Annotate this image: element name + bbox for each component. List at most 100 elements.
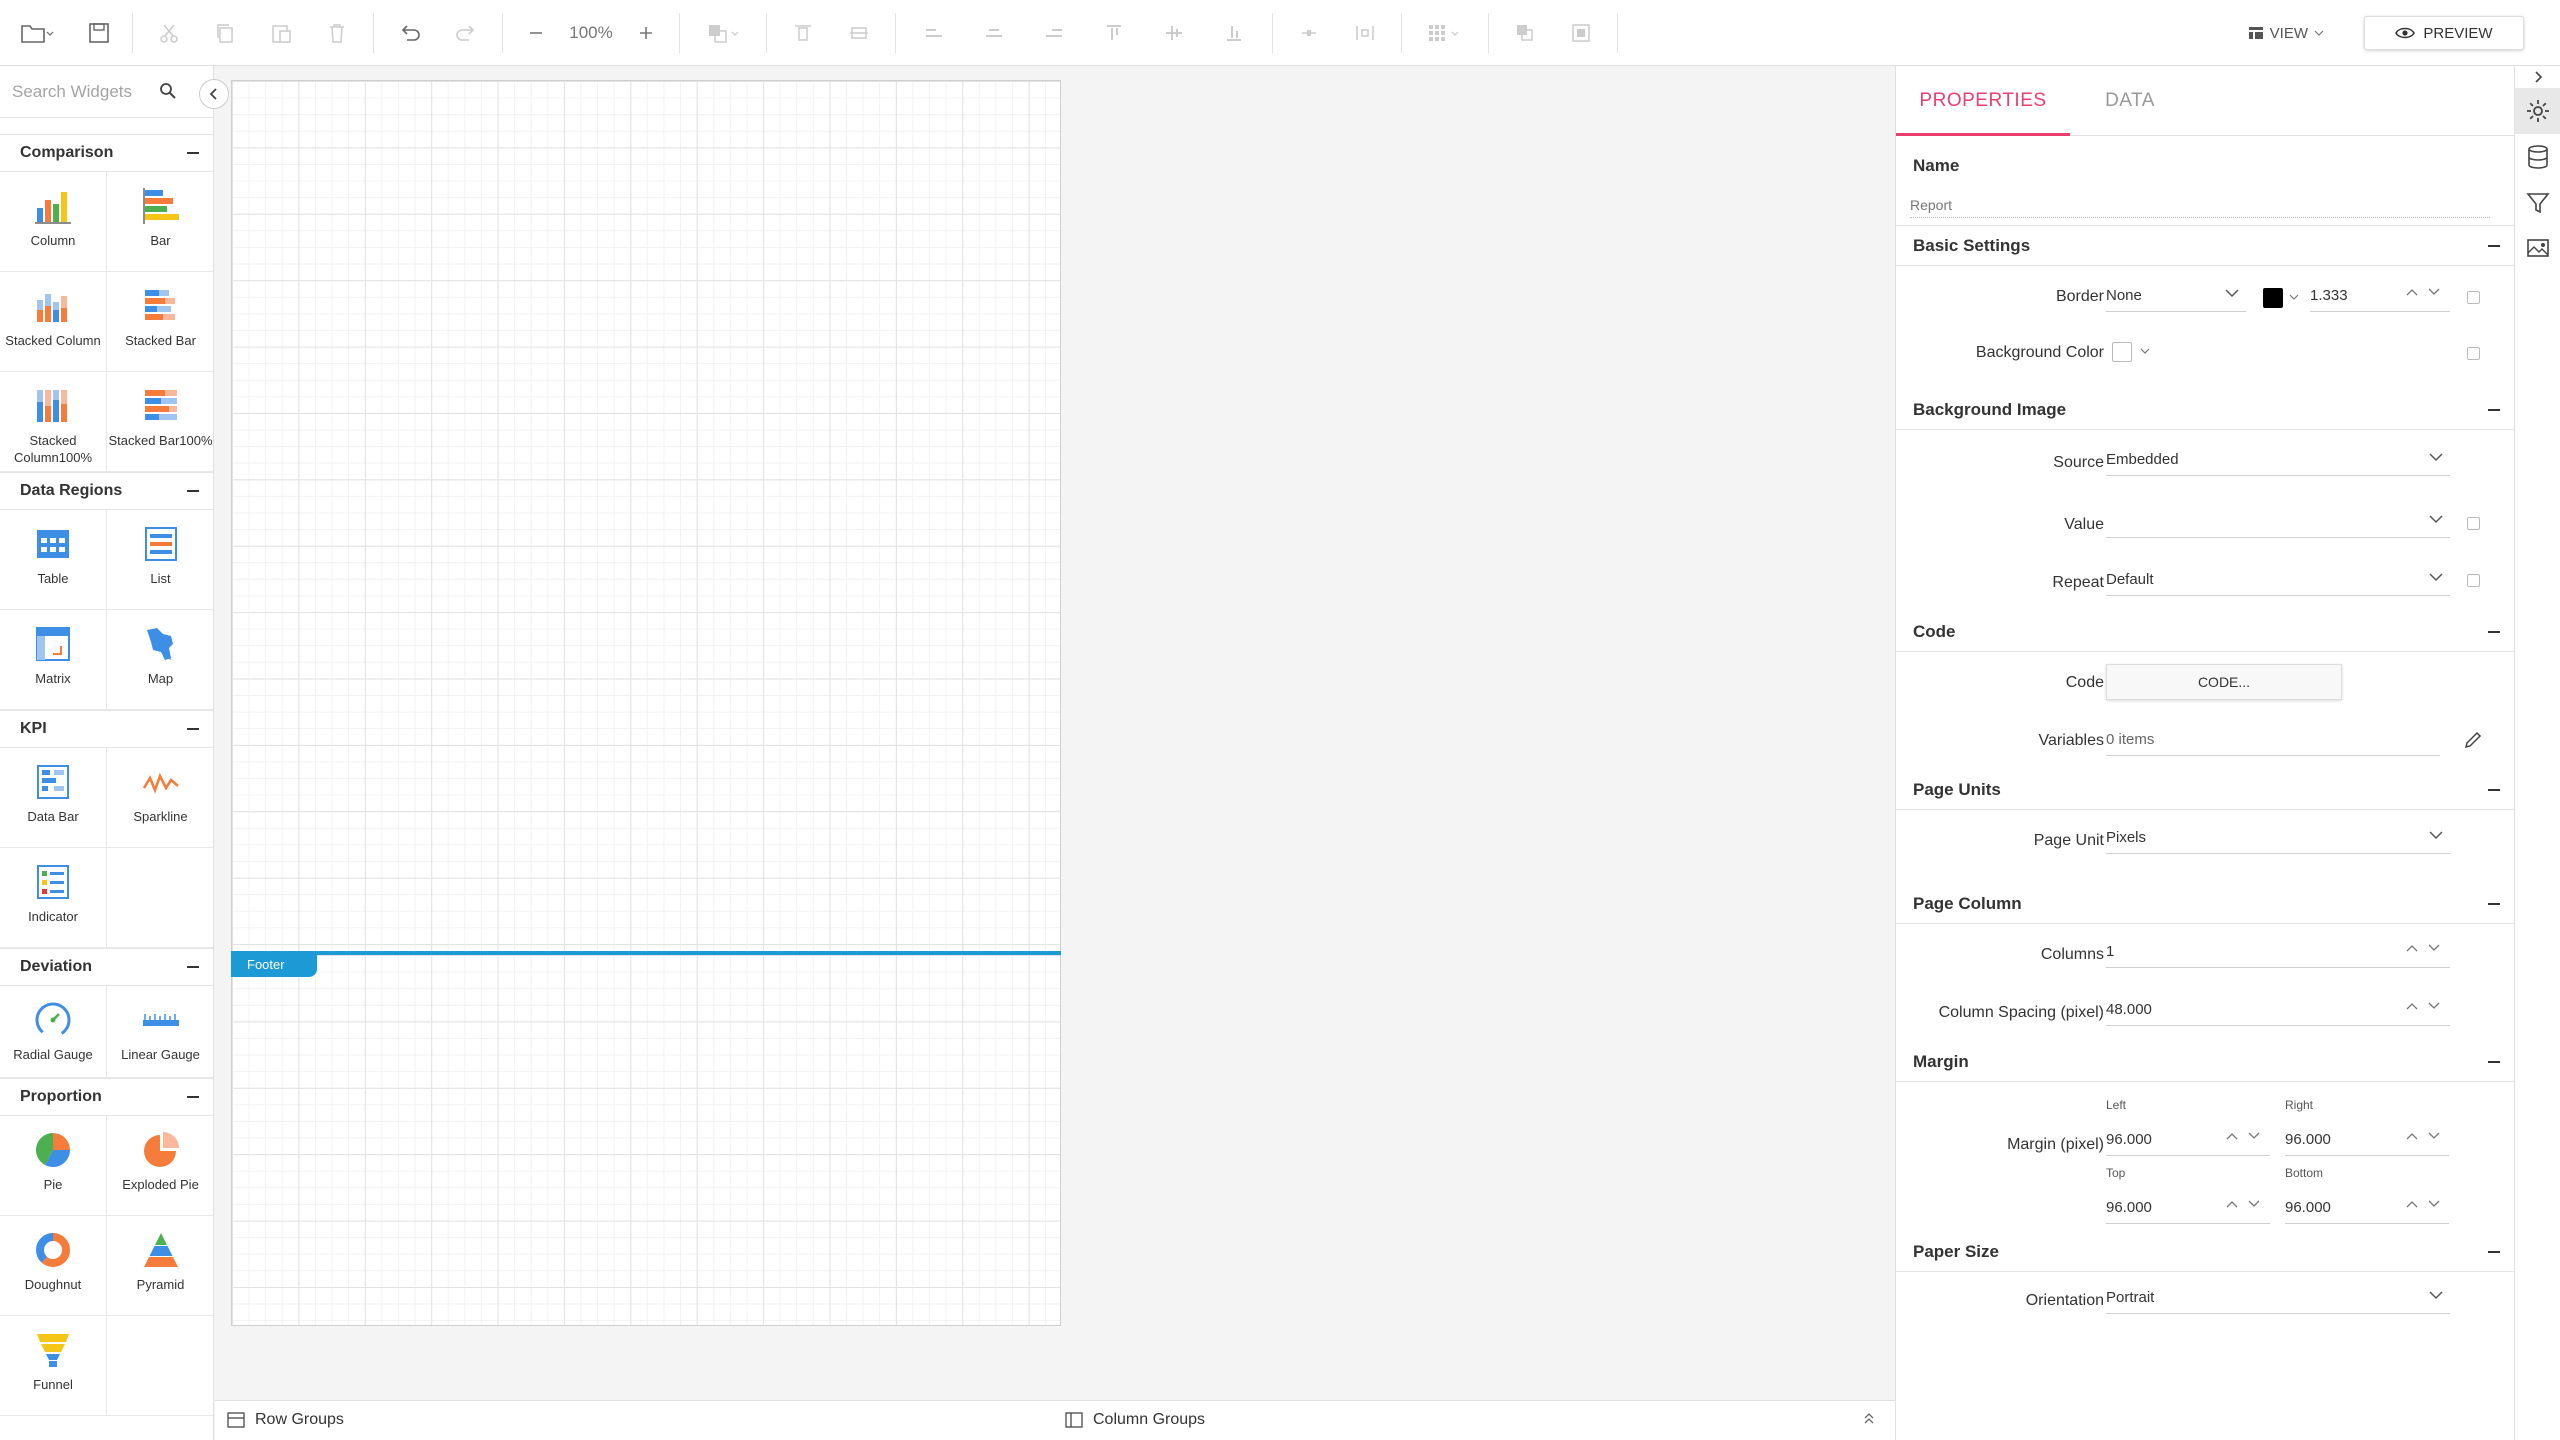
chevron-down-icon[interactable] bbox=[2140, 348, 2150, 354]
border-width-stepper[interactable] bbox=[2406, 288, 2440, 296]
margin-bottom-input[interactable]: 96.000 bbox=[2285, 1192, 2449, 1224]
collapse-minus-icon[interactable] bbox=[2488, 788, 2500, 791]
chevron-down-icon[interactable] bbox=[2248, 1200, 2260, 1208]
widget-sparkline[interactable]: Sparkline bbox=[107, 748, 213, 848]
section-code[interactable]: Code bbox=[1896, 612, 2514, 652]
widget-doughnut[interactable]: Doughnut bbox=[0, 1216, 107, 1316]
collapse-minus-icon[interactable] bbox=[2488, 408, 2500, 411]
widget-list[interactable]: List bbox=[107, 510, 213, 610]
open-folder-button[interactable] bbox=[0, 0, 74, 66]
widget-matrix[interactable]: Matrix bbox=[0, 610, 107, 710]
widget-exploded-pie[interactable]: Exploded Pie bbox=[107, 1116, 213, 1216]
chevron-down-icon[interactable] bbox=[2428, 1002, 2440, 1010]
border-style-dropdown[interactable]: None bbox=[2106, 280, 2246, 312]
collapse-minus-icon[interactable] bbox=[187, 1096, 199, 1098]
repeat-checkbox[interactable] bbox=[2467, 574, 2480, 587]
section-page-units[interactable]: Page Units bbox=[1896, 770, 2514, 810]
background-color-swatch[interactable] bbox=[2112, 342, 2132, 362]
collapse-minus-icon[interactable] bbox=[187, 728, 199, 730]
category-proportion[interactable]: Proportion bbox=[0, 1078, 213, 1116]
tab-data[interactable]: DATA bbox=[2070, 66, 2190, 135]
row-groups-button[interactable]: Row Groups bbox=[227, 1411, 344, 1429]
border-width-input[interactable]: 1.333 bbox=[2310, 280, 2450, 312]
filter-button[interactable] bbox=[2515, 180, 2560, 226]
collapse-minus-icon[interactable] bbox=[187, 966, 199, 968]
align-top-button[interactable] bbox=[775, 0, 831, 66]
value-checkbox[interactable] bbox=[2467, 517, 2480, 530]
value-dropdown[interactable] bbox=[2106, 506, 2450, 538]
align-left-button[interactable] bbox=[904, 0, 964, 66]
preview-button[interactable]: PREVIEW bbox=[2364, 16, 2524, 50]
section-basic-settings[interactable]: Basic Settings bbox=[1896, 226, 2514, 266]
align-vertical-bottom-button[interactable] bbox=[1204, 0, 1264, 66]
align-vertical-middle-button[interactable] bbox=[1144, 0, 1204, 66]
widget-stacked-column-100[interactable]: Stacked Column100% bbox=[0, 372, 107, 472]
chevron-up-icon[interactable] bbox=[2406, 944, 2418, 952]
collapse-minus-icon[interactable] bbox=[2488, 1250, 2500, 1253]
repeat-dropdown[interactable]: Default bbox=[2106, 564, 2450, 596]
columns-input[interactable]: 1 bbox=[2106, 936, 2450, 968]
code-button[interactable]: CODE... bbox=[2106, 664, 2342, 700]
align-center-button[interactable] bbox=[964, 0, 1024, 66]
align-right-button[interactable] bbox=[1024, 0, 1084, 66]
distribute-vertical-button[interactable] bbox=[1337, 0, 1393, 66]
report-body[interactable] bbox=[231, 80, 1061, 954]
margin-right-input[interactable]: 96.000 bbox=[2285, 1124, 2449, 1156]
collapse-minus-icon[interactable] bbox=[187, 490, 199, 492]
collapse-properties-button[interactable] bbox=[2515, 66, 2560, 88]
redo-button[interactable] bbox=[438, 0, 494, 66]
paste-button[interactable] bbox=[253, 0, 309, 66]
save-button[interactable] bbox=[74, 0, 124, 66]
widget-pyramid[interactable]: Pyramid bbox=[107, 1216, 213, 1316]
section-background-image[interactable]: Background Image bbox=[1896, 390, 2514, 430]
border-checkbox[interactable] bbox=[2467, 291, 2480, 304]
widget-radial-gauge[interactable]: Radial Gauge bbox=[0, 986, 107, 1078]
chevron-up-icon[interactable] bbox=[2406, 1132, 2418, 1140]
category-comparison[interactable]: Comparison bbox=[0, 134, 213, 172]
column-groups-button[interactable]: Column Groups bbox=[1065, 1411, 1205, 1429]
image-manager-button[interactable] bbox=[2515, 226, 2560, 272]
widget-indicator[interactable]: Indicator bbox=[0, 848, 107, 948]
section-margin[interactable]: Margin bbox=[1896, 1042, 2514, 1082]
bring-front-button[interactable] bbox=[1497, 0, 1553, 66]
collapse-minus-icon[interactable] bbox=[2488, 1060, 2500, 1063]
collapse-minus-icon[interactable] bbox=[2488, 630, 2500, 633]
widget-bar[interactable]: Bar bbox=[107, 172, 213, 272]
chevron-up-icon[interactable] bbox=[2226, 1132, 2238, 1140]
widget-stacked-bar[interactable]: Stacked Bar bbox=[107, 272, 213, 372]
collapse-panel-button[interactable] bbox=[199, 79, 229, 109]
copy-button[interactable] bbox=[197, 0, 253, 66]
report-footer[interactable] bbox=[231, 954, 1061, 1326]
section-page-column[interactable]: Page Column bbox=[1896, 884, 2514, 924]
page-unit-dropdown[interactable]: Pixels bbox=[2106, 822, 2450, 854]
source-dropdown[interactable]: Embedded bbox=[2106, 444, 2450, 476]
align-middle-button[interactable] bbox=[831, 0, 887, 66]
widget-table[interactable]: Table bbox=[0, 510, 107, 610]
expand-groups-button[interactable] bbox=[1863, 1411, 1875, 1425]
margin-top-stepper[interactable] bbox=[2226, 1200, 2260, 1208]
border-color-swatch[interactable] bbox=[2263, 288, 2283, 308]
zoom-out-button[interactable] bbox=[511, 0, 561, 66]
widget-pie[interactable]: Pie bbox=[0, 1116, 107, 1216]
undo-button[interactable] bbox=[382, 0, 438, 66]
column-spacing-stepper[interactable] bbox=[2406, 1002, 2440, 1010]
grid-dropdown[interactable] bbox=[1410, 0, 1480, 66]
margin-right-stepper[interactable] bbox=[2406, 1132, 2440, 1140]
arrange-dropdown[interactable] bbox=[688, 0, 758, 66]
margin-top-input[interactable]: 96.000 bbox=[2106, 1192, 2270, 1224]
data-source-button[interactable] bbox=[2515, 134, 2560, 180]
chevron-up-icon[interactable] bbox=[2406, 1002, 2418, 1010]
chevron-down-icon[interactable] bbox=[2428, 1200, 2440, 1208]
properties-settings-button[interactable] bbox=[2515, 88, 2560, 134]
chevron-up-icon[interactable] bbox=[2406, 288, 2418, 296]
category-deviation[interactable]: Deviation bbox=[0, 948, 213, 986]
margin-left-input[interactable]: 96.000 bbox=[2106, 1124, 2270, 1156]
align-vertical-top-button[interactable] bbox=[1084, 0, 1144, 66]
distribute-horizontal-button[interactable] bbox=[1281, 0, 1337, 66]
section-paper-size[interactable]: Paper Size bbox=[1896, 1232, 2514, 1272]
widget-map[interactable]: Map bbox=[107, 610, 213, 710]
collapse-minus-icon[interactable] bbox=[2488, 902, 2500, 905]
margin-bottom-stepper[interactable] bbox=[2406, 1200, 2440, 1208]
column-spacing-input[interactable]: 48.000 bbox=[2106, 994, 2450, 1026]
search-icon[interactable] bbox=[159, 82, 177, 100]
